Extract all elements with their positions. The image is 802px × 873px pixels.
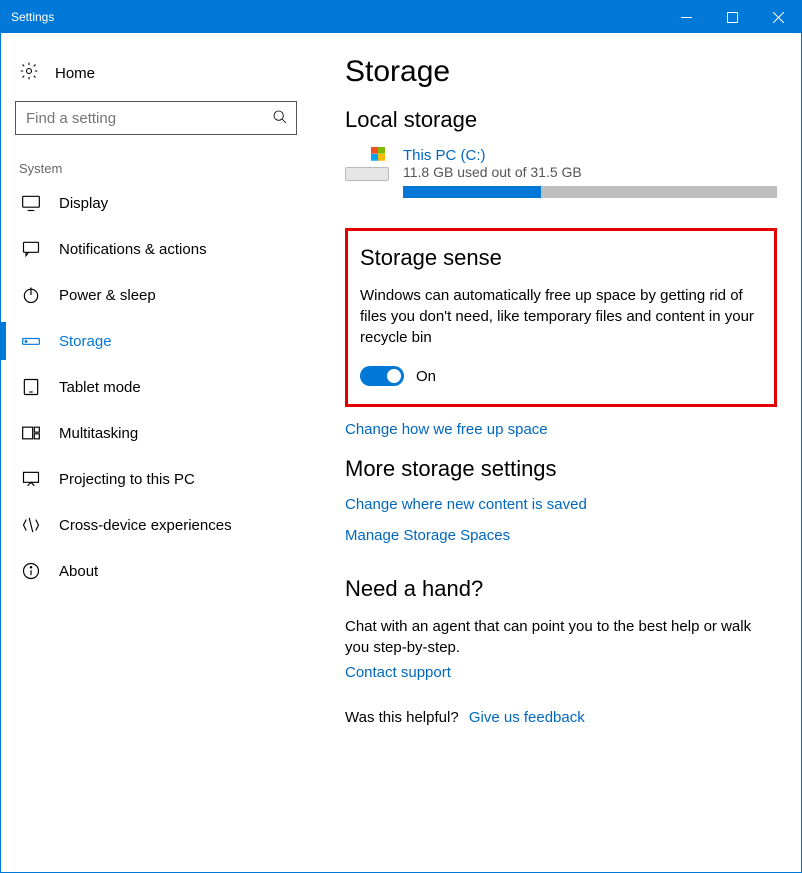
sidebar-nav: Display Notifications & actions Power & … <box>15 180 297 594</box>
sidebar-item-notifications[interactable]: Notifications & actions <box>15 226 297 272</box>
window-titlebar: Settings <box>1 1 801 33</box>
sidebar-item-label: Projecting to this PC <box>59 471 195 488</box>
gear-icon <box>19 61 39 85</box>
monitor-icon <box>21 193 41 213</box>
sidebar-item-tablet[interactable]: Tablet mode <box>15 364 297 410</box>
manage-storage-spaces-link[interactable]: Manage Storage Spaces <box>345 527 777 544</box>
close-button[interactable] <box>755 1 801 33</box>
local-storage-heading: Local storage <box>345 107 777 133</box>
drive-usage-fill <box>403 186 541 198</box>
maximize-button[interactable] <box>709 1 755 33</box>
multitask-icon <box>21 423 41 443</box>
feedback-link[interactable]: Give us feedback <box>469 709 585 726</box>
page-title: Storage <box>345 55 777 89</box>
info-icon <box>21 561 41 581</box>
drive-info: This PC (C:) 11.8 GB used out of 31.5 GB <box>403 147 777 198</box>
sidebar-item-storage[interactable]: Storage <box>15 318 297 364</box>
sidebar-item-display[interactable]: Display <box>15 180 297 226</box>
help-text: Chat with an agent that can point you to… <box>345 616 777 658</box>
sidebar-item-label: Cross-device experiences <box>59 517 232 534</box>
search-box[interactable] <box>15 101 297 135</box>
more-settings-heading: More storage settings <box>345 456 777 482</box>
help-heading: Need a hand? <box>345 576 777 602</box>
sidebar-item-label: About <box>59 563 98 580</box>
drive-icon <box>345 147 389 181</box>
sidebar-item-about[interactable]: About <box>15 548 297 594</box>
sidebar-item-label: Multitasking <box>59 425 138 442</box>
minimize-button[interactable] <box>663 1 709 33</box>
sidebar-item-label: Tablet mode <box>59 379 141 396</box>
project-icon <box>21 469 41 489</box>
sidebar-item-label: Display <box>59 195 108 212</box>
storage-sense-toggle-label: On <box>416 368 436 385</box>
crossdevice-icon <box>21 515 41 535</box>
sidebar-item-label: Storage <box>59 333 112 350</box>
contact-support-link[interactable]: Contact support <box>345 664 777 681</box>
storage-sense-toggle[interactable] <box>360 366 404 386</box>
sidebar: Home System Display Notifications & acti… <box>1 33 311 872</box>
drive-usage: 11.8 GB used out of 31.5 GB <box>403 164 777 180</box>
sidebar-item-label: Notifications & actions <box>59 241 207 258</box>
search-input[interactable] <box>26 110 272 127</box>
change-new-content-link[interactable]: Change where new content is saved <box>345 496 777 513</box>
drive-usage-bar <box>403 186 777 198</box>
sidebar-item-crossdevice[interactable]: Cross-device experiences <box>15 502 297 548</box>
sidebar-section-label: System <box>19 161 297 176</box>
sidebar-item-multitasking[interactable]: Multitasking <box>15 410 297 456</box>
storage-sense-toggle-row: On <box>360 366 762 386</box>
sidebar-item-label: Power & sleep <box>59 287 156 304</box>
storage-sense-heading: Storage sense <box>360 245 762 271</box>
feedback-question: Was this helpful? <box>345 709 459 726</box>
drive-row[interactable]: This PC (C:) 11.8 GB used out of 31.5 GB <box>345 147 777 198</box>
drive-name: This PC (C:) <box>403 147 777 164</box>
home-nav[interactable]: Home <box>15 53 297 101</box>
window-title: Settings <box>11 10 663 24</box>
chat-icon <box>21 239 41 259</box>
power-icon <box>21 285 41 305</box>
main-content: Storage Local storage This PC (C:) 11.8 … <box>311 33 801 872</box>
storage-sense-section: Storage sense Windows can automatically … <box>345 228 777 407</box>
home-label: Home <box>55 65 95 82</box>
storage-icon <box>21 331 41 351</box>
sidebar-item-projecting[interactable]: Projecting to this PC <box>15 456 297 502</box>
sidebar-item-power[interactable]: Power & sleep <box>15 272 297 318</box>
change-free-up-link[interactable]: Change how we free up space <box>345 421 777 438</box>
tablet-icon <box>21 377 41 397</box>
storage-sense-description: Windows can automatically free up space … <box>360 285 762 348</box>
search-icon <box>272 109 288 128</box>
feedback-row: Was this helpful? Give us feedback <box>345 709 777 726</box>
